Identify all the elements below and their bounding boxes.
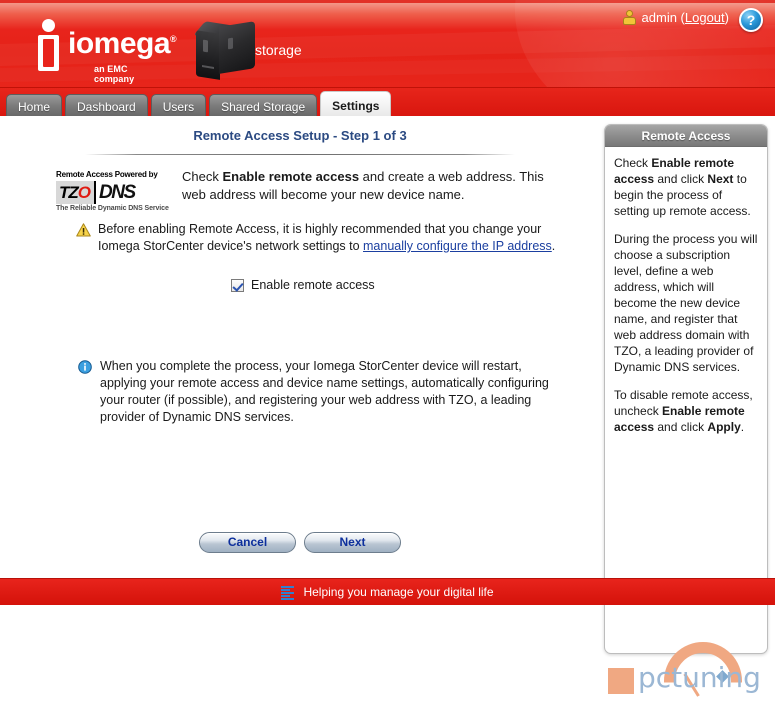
enable-remote-access-checkbox[interactable]	[231, 278, 244, 292]
form-actions: Cancel Next	[0, 532, 600, 553]
user-name-label: admin (Logout)	[642, 10, 729, 25]
emc-bar-1	[281, 585, 295, 588]
page-title: Remote Access Setup - Step 1 of 3	[193, 128, 407, 143]
cancel-button[interactable]: Cancel	[199, 532, 296, 553]
help-sidebar: Remote Access Check Enable remote access…	[604, 124, 768, 654]
tzo-logo-dns: DNS	[99, 182, 136, 203]
enable-remote-access-label: Enable remote access	[251, 278, 375, 292]
header-top-line	[0, 0, 775, 3]
tzo-dns-logo: Remote Access Powered by TZ O DNS The Rel…	[56, 168, 169, 212]
user-session-area: admin (Logout)	[622, 10, 729, 25]
intro-text-bold: Enable remote access	[222, 169, 360, 184]
nas-device-icon	[193, 18, 258, 80]
iomega-i-stem	[38, 35, 59, 71]
iomega-wordmark-text: iomega	[68, 27, 171, 60]
device-front-face	[196, 30, 220, 80]
help-p3-c: and click	[654, 420, 708, 434]
tzo-logo-mark: TZ O DNS	[56, 181, 166, 204]
iomega-wordmark: iomega®	[68, 27, 177, 60]
device-badge-side	[228, 37, 233, 50]
user-name-text: admin (	[641, 10, 685, 25]
emc-bars-icon	[281, 585, 296, 600]
iomega-i-mark-icon	[36, 19, 62, 71]
title-divider	[85, 154, 515, 155]
warning-triangle-icon	[76, 223, 91, 242]
help-paragraph-1: Check Enable remote access and click Nex…	[614, 155, 758, 219]
iomega-i-dot	[42, 19, 55, 32]
app-header: iomega® an EMC company storage admin (Lo…	[0, 0, 775, 88]
emc-bar-4	[281, 594, 291, 597]
user-icon	[622, 10, 636, 25]
tab-settings[interactable]: Settings	[320, 91, 392, 119]
help-p1-c: and click	[654, 172, 708, 186]
watermark-gauge-needle	[683, 673, 700, 697]
device-badge-front	[203, 39, 208, 53]
iomega-logo: iomega® an EMC company	[36, 15, 177, 84]
app-footer: Helping you manage your digital life	[0, 578, 775, 605]
device-name-label: storage	[255, 42, 302, 58]
help-p3-e: .	[740, 420, 745, 434]
user-icon-body	[622, 17, 636, 25]
warning-text-after: .	[551, 239, 556, 253]
info-notice-text: When you complete the process, your Iome…	[100, 359, 549, 424]
tzo-logo-o: O	[77, 183, 92, 202]
device-side-face	[219, 21, 255, 74]
user-icon-head	[625, 10, 633, 17]
warning-notice-text: Before enabling Remote Access, it is hig…	[98, 221, 556, 255]
next-button[interactable]: Next	[304, 532, 401, 553]
help-paragraph-2: During the process you will choose a sub…	[614, 232, 758, 374]
page-body: Remote Access Setup - Step 1 of 3 Remote…	[0, 116, 775, 697]
help-p3-d: Apply	[707, 420, 741, 434]
tab-list: Home Dashboard Users Shared Storage Sett…	[6, 91, 392, 119]
watermark-gauge-diamond	[716, 670, 729, 683]
tzo-logo-left: TZ O	[56, 181, 95, 204]
footer-tagline: Helping you manage your digital life	[303, 585, 494, 599]
warning-notice: Before enabling Remote Access, it is hig…	[76, 221, 556, 255]
tzo-logo-top-line: Remote Access Powered by	[56, 170, 158, 179]
help-sidebar-body: Check Enable remote access and click Nex…	[605, 147, 767, 455]
intro-row: Remote Access Powered by TZ O DNS The Rel…	[56, 168, 566, 212]
tzo-logo-right: DNS	[94, 181, 137, 204]
tzo-logo-tz: TZ	[59, 183, 79, 202]
tab-bar: Home Dashboard Users Shared Storage Sett…	[0, 88, 775, 119]
manually-configure-ip-link[interactable]: manually configure the IP address	[363, 239, 552, 253]
intro-text: Check Enable remote access and create a …	[182, 168, 566, 204]
logout-link[interactable]: Logout	[685, 10, 725, 25]
emc-bar-5	[281, 597, 295, 600]
help-paragraph-3: To disable remote access, uncheck Enable…	[614, 387, 758, 435]
user-name-suffix: )	[724, 10, 729, 25]
watermark-text: pctuning	[638, 661, 761, 694]
help-p1-a: Check	[614, 156, 652, 170]
info-circle-icon	[78, 360, 93, 379]
main-content: Remote Access Setup - Step 1 of 3 Remote…	[0, 116, 600, 578]
emc-bar-2	[281, 588, 291, 591]
iomega-tagline: an EMC company	[94, 64, 135, 84]
help-p1-d: Next	[707, 172, 734, 186]
watermark-square	[608, 668, 634, 694]
iomega-trademark: ®	[170, 34, 177, 44]
enable-remote-access-row[interactable]: Enable remote access	[231, 278, 375, 292]
tzo-logo-bottom-line: The Reliable Dynamic DNS Service	[56, 205, 169, 212]
emc-bar-3	[281, 591, 295, 594]
help-icon[interactable]: ?	[739, 8, 763, 32]
help-sidebar-title: Remote Access	[605, 125, 767, 147]
info-notice: When you complete the process, your Iome…	[78, 358, 560, 426]
intro-text-before: Check	[182, 169, 223, 184]
